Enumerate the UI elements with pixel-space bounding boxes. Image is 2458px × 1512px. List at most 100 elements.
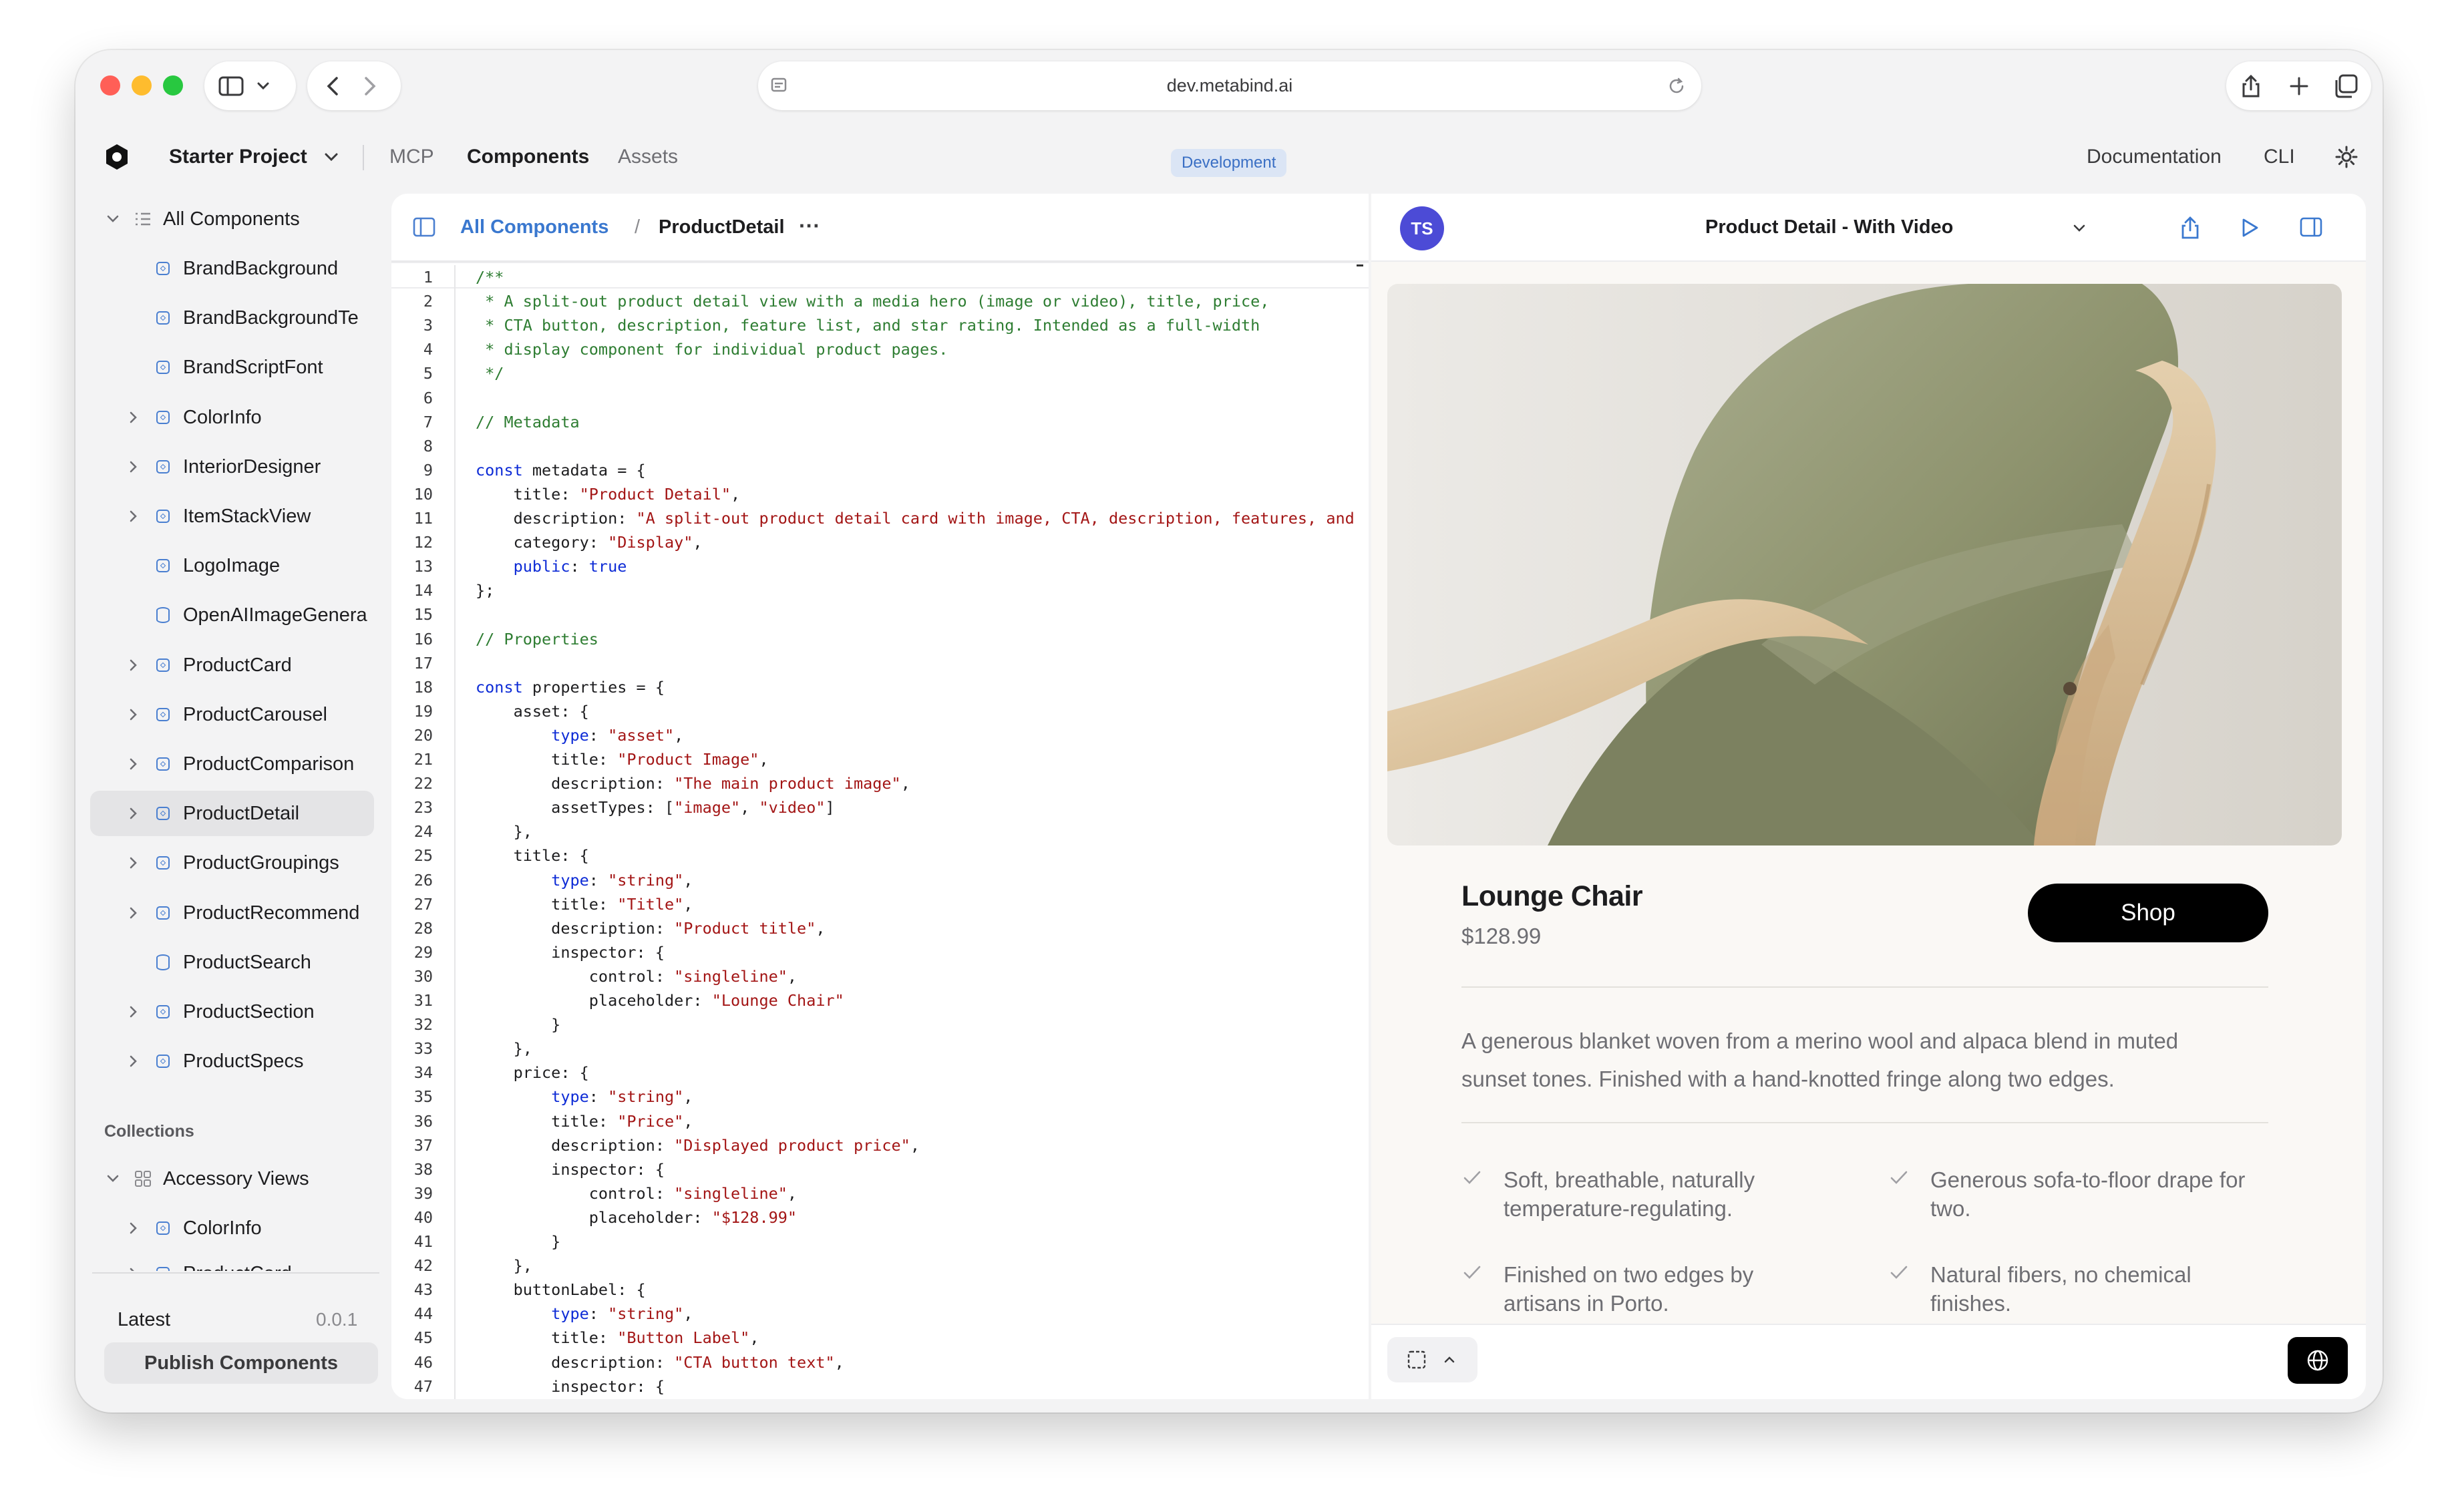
sidebar-item-productcard[interactable]: ProductCard [90,642,374,688]
chevron-right-icon[interactable] [126,741,140,787]
code-line[interactable]: 45 title: "Button Label", [391,1326,1360,1350]
line-code[interactable]: public: true [476,554,627,578]
line-code[interactable]: type: "string", [476,1302,693,1326]
code-line[interactable]: 36 title: "Price", [391,1109,1360,1133]
url-text[interactable]: dev.metabind.ai [758,61,1701,110]
code-line[interactable]: 34 price: { [391,1061,1360,1085]
code-line[interactable]: 6 [391,386,1360,410]
code-line[interactable]: 18 const properties = { [391,675,1360,699]
line-code[interactable]: title: "Price", [476,1109,693,1133]
selection-tool-button[interactable] [1387,1337,1477,1382]
line-code[interactable]: description: "Product title", [476,916,825,940]
line-code[interactable]: control: "singleline", [476,1181,797,1205]
line-code[interactable]: type: "asset", [476,723,683,747]
line-code[interactable]: const metadata = { [476,458,646,482]
code-line[interactable]: 26 type: "string", [391,868,1360,892]
code-line[interactable]: 33 }, [391,1036,1360,1061]
code-line[interactable]: 11 description: "A split-out product det… [391,506,1360,530]
collection-accessory-views[interactable]: Accessory Views [104,1156,385,1201]
code-line[interactable]: 12 category: "Display", [391,530,1360,554]
chevron-right-icon[interactable] [126,642,140,688]
collection-item-colorinfo[interactable]: ColorInfo [104,1205,385,1251]
code-line[interactable]: 1 /** [391,265,1360,289]
code-line[interactable]: 24 }, [391,819,1360,843]
line-code[interactable]: placeholder: "$128.99" [476,1205,797,1230]
code-line[interactable]: 7 // Metadata [391,410,1360,434]
line-code[interactable]: buttonLabel: { [476,1278,646,1302]
chevron-right-icon[interactable] [126,395,140,440]
code-line[interactable]: 15 [391,602,1360,626]
sidebar-item-brandbackground[interactable]: BrandBackground [90,246,374,291]
chevron-right-icon[interactable] [126,989,140,1034]
tree-root-all-components[interactable]: All Components [104,196,385,242]
line-code[interactable]: type: "string", [476,868,693,892]
sidebar-item-productrecommend[interactable]: ProductRecommend [90,890,374,936]
chevron-right-icon[interactable] [126,840,140,886]
sidebar-item-logoimage[interactable]: LogoImage [90,543,374,588]
sidebar-item-productdetail[interactable]: ProductDetail [90,791,374,837]
line-code[interactable]: * A split-out product detail view with a… [476,289,1269,313]
code-line[interactable]: 37 description: "Displayed product price… [391,1133,1360,1157]
code-line[interactable]: 41 } [391,1230,1360,1254]
code-line[interactable]: 8 [391,434,1360,458]
code-line[interactable]: 47 inspector: { [391,1374,1360,1398]
sidebar-item-productcomparison[interactable]: ProductComparison [90,741,374,787]
code-line[interactable]: 4 * display component for individual pro… [391,337,1360,361]
sidebar-item-colorinfo[interactable]: ColorInfo [90,395,374,440]
collection-item-productcard[interactable]: ProductCard [104,1251,385,1271]
chevron-right-icon[interactable] [126,1038,140,1084]
inspector-panel-icon[interactable] [2300,217,2322,237]
sidebar-item-brandscriptfont[interactable]: BrandScriptFont [90,345,374,390]
code-line[interactable]: 39 control: "singleline", [391,1181,1360,1205]
line-code[interactable]: inspector: { [476,1157,665,1181]
address-bar[interactable]: dev.metabind.ai [758,61,1701,110]
line-code[interactable]: description: "CTA button text", [476,1350,844,1374]
reload-icon[interactable] [1666,76,1687,96]
more-options-button[interactable]: ··· [799,194,820,258]
code-line[interactable]: 13 public: true [391,554,1360,578]
line-code[interactable]: * display component for individual produ… [476,337,948,361]
line-code[interactable]: inspector: { [476,940,665,964]
export-icon[interactable] [2179,216,2201,240]
code-line[interactable]: 3 * CTA button, description, feature lis… [391,313,1360,337]
documentation-link[interactable]: Documentation [2087,124,2222,190]
code-line[interactable]: 20 type: "asset", [391,723,1360,747]
code-line[interactable]: 30 control: "singleline", [391,964,1360,988]
chevron-right-icon[interactable] [126,494,140,539]
chevron-right-icon[interactable] [126,692,140,737]
nav-components[interactable]: Components [467,124,589,190]
chevron-right-icon[interactable] [126,791,140,836]
line-code[interactable]: inspector: { [476,1374,665,1398]
breadcrumb-root[interactable]: All Components [460,194,608,260]
variant-selector[interactable]: Product Detail - With Video [1705,194,1953,260]
line-code[interactable]: } [476,1012,560,1036]
shop-button[interactable]: Shop [2028,884,2268,942]
line-code[interactable]: // Properties [476,627,598,651]
line-code[interactable]: title: "Product Image", [476,747,768,771]
line-code[interactable]: description: "Displayed product price", [476,1133,920,1157]
minimize-window-button[interactable] [132,75,152,96]
code-line[interactable]: 16 // Properties [391,627,1360,651]
line-code[interactable]: * CTA button, description, feature list,… [476,313,1260,337]
code-line[interactable]: 5 */ [391,361,1360,385]
sidebar-item-productsection[interactable]: ProductSection [90,989,374,1034]
code-line[interactable]: 19 asset: { [391,699,1360,723]
settings-gear-icon[interactable] [2334,145,2358,169]
line-code[interactable]: }; [476,578,494,602]
line-code[interactable]: category: "Display", [476,530,703,554]
line-code[interactable]: type: "string", [476,1085,693,1109]
user-avatar[interactable]: TS [1400,206,1444,250]
line-code[interactable]: // Metadata [476,410,580,434]
metabind-logo-icon[interactable] [104,143,130,171]
line-code[interactable]: asset: { [476,699,589,723]
code-line[interactable]: 31 placeholder: "Lounge Chair" [391,988,1360,1012]
sidebar-toggle-group[interactable] [204,61,296,110]
environment-badge[interactable]: Development [1171,149,1287,177]
project-chevron-down-icon[interactable] [323,148,340,166]
code-line[interactable]: 29 inspector: { [391,940,1360,964]
line-code[interactable]: }, [476,1036,532,1061]
line-code[interactable]: title: "Title", [476,892,693,916]
zoom-window-button[interactable] [163,75,183,96]
code-line[interactable]: 25 title: { [391,843,1360,868]
sidebar-item-interiordesigner[interactable]: InteriorDesigner [90,444,374,490]
